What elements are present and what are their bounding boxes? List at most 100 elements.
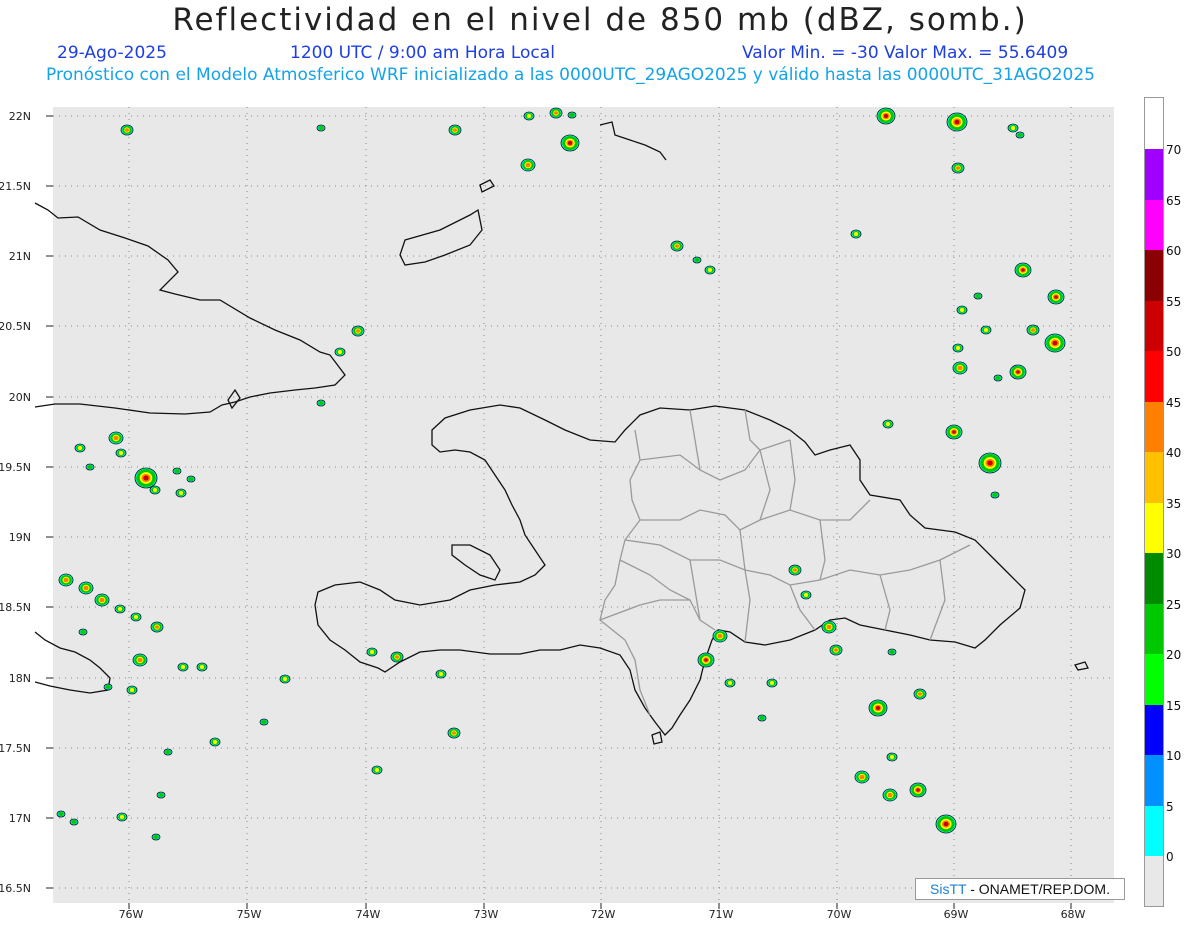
lat-label: 17N	[9, 812, 31, 825]
reflectivity-cell	[821, 620, 837, 634]
reflectivity-cell	[697, 652, 715, 668]
reflectivity-cell	[945, 424, 963, 440]
reflectivity-cell	[316, 399, 326, 407]
reflectivity-cell	[448, 124, 462, 136]
reflectivity-cell	[1007, 123, 1019, 133]
colorbar-segment	[1145, 452, 1163, 503]
reflectivity-cell	[371, 765, 383, 775]
lon-label: 73W	[474, 908, 499, 921]
reflectivity-cell	[94, 593, 110, 607]
credit-box: SisTT - ONAMET/REP.DOM.	[915, 878, 1125, 900]
sistt-logo: SisTT	[930, 881, 967, 897]
colorbar-label: 5	[1166, 799, 1174, 814]
lon-labels: 76W 75W 74W 73W 72W 71W 70W 69W 68W	[119, 903, 1086, 921]
reflectivity-cell	[978, 452, 1002, 474]
colorbar-segment	[1145, 401, 1163, 452]
lon-label: 76W	[119, 908, 144, 921]
lat-label: 21.5N	[0, 180, 31, 193]
lat-label: 19N	[9, 531, 31, 544]
reflectivity-map: 22N 21.5N 21N 20.5N 20N 19.5N 19N 18.5N 18N 17.5N…	[0, 107, 1114, 921]
lon-label: 75W	[237, 908, 262, 921]
reflectivity-cell	[56, 810, 66, 818]
lon-label: 69W	[944, 908, 969, 921]
colorbar-label: 45	[1166, 395, 1182, 410]
reflectivity-cell	[523, 111, 535, 121]
reflectivity-cell	[990, 491, 1000, 499]
reflectivity-cell	[887, 648, 897, 656]
lat-label: 17.5N	[0, 742, 31, 755]
reflectivity-cell	[163, 748, 173, 756]
reflectivity-cell	[868, 699, 888, 717]
colorbar-label: 0	[1166, 850, 1174, 864]
reflectivity-cell	[766, 678, 778, 688]
reflectivity-cell	[850, 229, 862, 239]
lat-label: 20.5N	[0, 320, 31, 333]
reflectivity-cell	[951, 162, 965, 174]
reflectivity-cell	[886, 752, 898, 762]
reflectivity-cell	[829, 644, 843, 656]
colorbar-label: 15	[1166, 698, 1182, 713]
lon-label: 74W	[356, 908, 381, 921]
reflectivity-cell	[670, 240, 684, 252]
reflectivity-cell	[1015, 131, 1025, 139]
lat-label: 19.5N	[0, 461, 31, 474]
reflectivity-cell	[390, 651, 404, 663]
reflectivity-cell	[1014, 262, 1032, 278]
reflectivity-cell	[788, 564, 802, 576]
lat-label: 21N	[9, 250, 31, 263]
reflectivity-cell	[316, 124, 326, 132]
reflectivity-cell	[175, 488, 187, 498]
lat-label: 16.5N	[0, 882, 31, 895]
reflectivity-cell	[151, 833, 161, 841]
reflectivity-cell	[366, 647, 378, 657]
reflectivity-cell	[952, 343, 964, 353]
reflectivity-cell	[120, 124, 134, 136]
reflectivity-cell	[149, 485, 161, 495]
lat-labels: 22N 21.5N 21N 20.5N 20N 19.5N 19N 18.5N 18N 17.5N…	[0, 110, 53, 895]
lon-label: 71W	[709, 908, 734, 921]
reflectivity-cell	[520, 158, 536, 172]
colorbar-segment	[1145, 199, 1163, 250]
reflectivity-cell	[130, 612, 142, 622]
reflectivity-cell	[186, 475, 196, 483]
colorbar-label: 10	[1166, 749, 1182, 763]
colorbar-label: 35	[1166, 496, 1182, 511]
colorbar-label: 55	[1166, 294, 1182, 309]
credit-text: - ONAMET/REP.DOM.	[970, 881, 1110, 897]
reflectivity-cell	[712, 629, 728, 643]
colorbar-segment	[1145, 300, 1163, 351]
colorbar-segment	[1145, 250, 1163, 301]
lat-label: 18.5N	[0, 601, 31, 614]
reflectivity-cell	[196, 662, 208, 672]
colorbar-label: 40	[1166, 446, 1182, 460]
colorbar-segment	[1145, 553, 1163, 604]
colorbar-segment	[1145, 856, 1163, 906]
colorbar-label: 30	[1166, 547, 1182, 561]
reflectivity-cell	[74, 443, 86, 453]
reflectivity-cell	[935, 814, 957, 834]
lat-label: 18N	[9, 672, 31, 685]
reflectivity-cell	[724, 678, 736, 688]
reflectivity-cell	[85, 463, 95, 471]
reflectivity-cell	[334, 347, 346, 357]
reflectivity-cell	[78, 628, 88, 636]
reflectivity-cell	[177, 662, 189, 672]
colorbar-segment	[1145, 149, 1163, 200]
reflectivity-cell	[351, 325, 365, 337]
reflectivity-cell	[704, 265, 716, 275]
reflectivity-cell	[78, 581, 94, 595]
reflectivity-cell	[103, 683, 113, 691]
reflectivity-cell	[150, 621, 164, 633]
lon-label: 68W	[1061, 908, 1086, 921]
reflectivity-cell	[116, 812, 128, 822]
reflectivity-cell	[980, 325, 992, 335]
colorbar-segment	[1145, 502, 1163, 553]
lat-label: 20N	[9, 391, 31, 404]
reflectivity-cell	[435, 669, 447, 679]
reflectivity-cell	[882, 788, 898, 802]
colorbar-segment	[1145, 351, 1163, 402]
colorbar-label: 20	[1166, 648, 1182, 662]
reflectivity-cell	[58, 573, 74, 587]
colorbar-label: 70	[1166, 143, 1182, 157]
reflectivity-cell	[115, 448, 127, 458]
